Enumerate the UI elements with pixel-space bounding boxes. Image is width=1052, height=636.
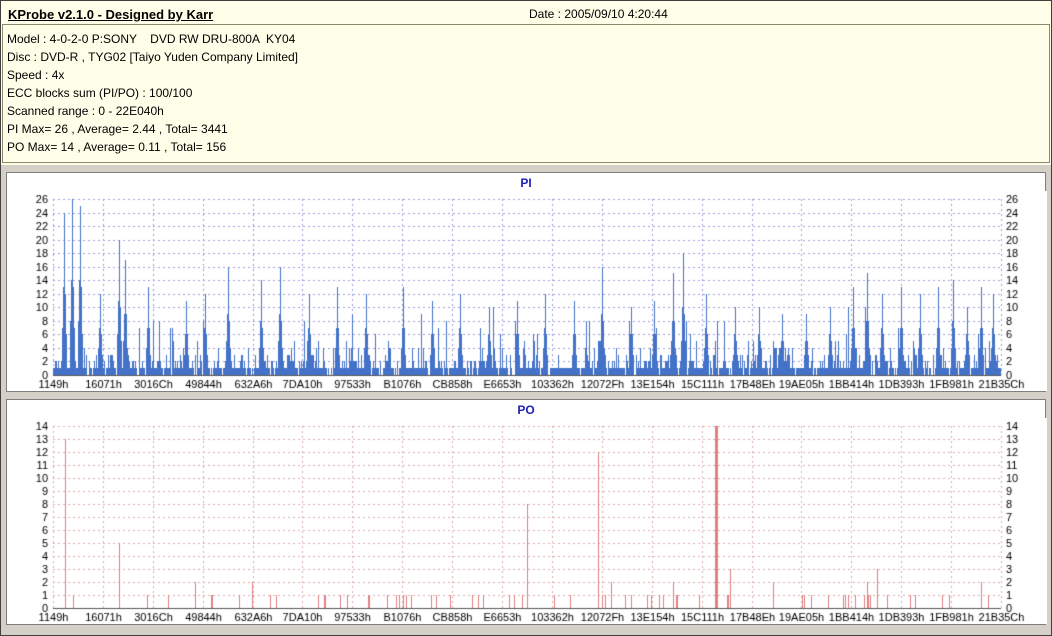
header-panel: KProbe v2.1.0 - Designed by Karr Date : … — [1, 1, 1051, 165]
title-row: KProbe v2.1.0 - Designed by Karr Date : … — [2, 2, 1050, 24]
po-chart-canvas — [7, 418, 1047, 624]
pi-chart-canvas — [7, 191, 1047, 391]
info-line-pi-stats: PI Max= 26 , Average= 2.44 , Total= 3441 — [7, 122, 228, 136]
info-line-model: Model : 4-0-2-0 P:SONY DVD RW DRU-800A K… — [7, 32, 296, 46]
info-line-speed: Speed : 4x — [7, 68, 65, 82]
po-chart-panel: PO — [6, 399, 1047, 625]
info-line-ecc: ECC blocks sum (PI/PO) : 100/100 — [7, 86, 193, 100]
info-line-po-stats: PO Max= 14 , Average= 0.11 , Total= 156 — [7, 140, 227, 154]
kprobe-window: KProbe v2.1.0 - Designed by Karr Date : … — [0, 0, 1052, 636]
info-panel: Model : 4-0-2-0 P:SONY DVD RW DRU-800A K… — [2, 24, 1050, 163]
date-label: Date : 2005/09/10 4:20:44 — [529, 7, 668, 21]
pi-chart-panel: PI — [6, 172, 1047, 392]
pi-chart-title: PI — [520, 176, 532, 190]
info-line-disc: Disc : DVD-R , TYG02 [Taiyo Yuden Compan… — [7, 50, 299, 64]
app-title: KProbe v2.1.0 - Designed by Karr — [8, 7, 214, 22]
po-chart-title: PO — [517, 403, 535, 417]
info-line-scanned-range: Scanned range : 0 - 22E040h — [7, 104, 164, 118]
